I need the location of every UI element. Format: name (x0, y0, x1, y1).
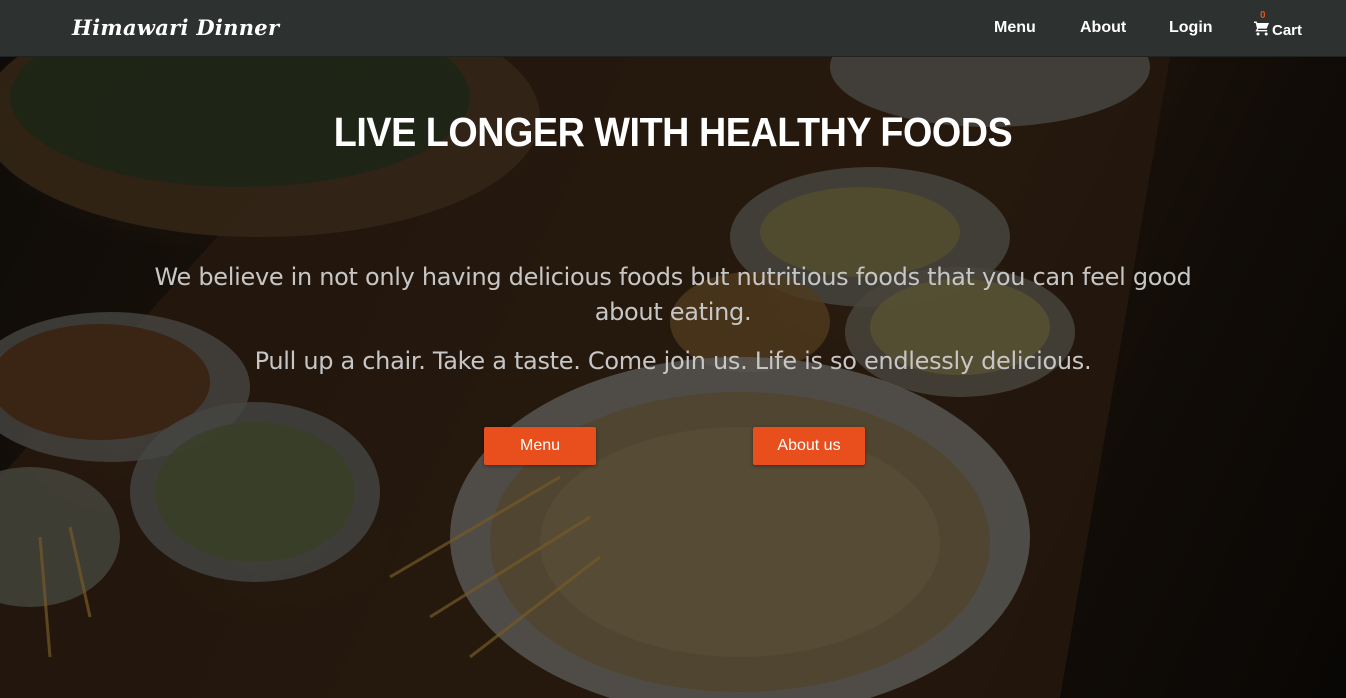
navbar: Himawari Dinner Menu About Login 0 Cart (0, 0, 1346, 57)
nav-login-link[interactable]: Login (1169, 19, 1213, 37)
about-us-button[interactable]: About us (753, 427, 865, 465)
menu-button[interactable]: Menu (484, 427, 596, 465)
cart-link[interactable]: 0 Cart (1254, 10, 1314, 44)
hero-section: LIVE LONGER WITH HEALTHY FOODS We believ… (0, 57, 1346, 698)
cart-label: Cart (1272, 22, 1303, 39)
nav-about-link[interactable]: About (1080, 19, 1126, 37)
brand-logo[interactable]: Himawari Dinner (72, 15, 279, 40)
hero-tagline: We believe in not only having delicious … (154, 263, 1192, 326)
hero-subline: Pull up a chair. Take a taste. Come join… (254, 347, 1092, 375)
cart-icon (1254, 21, 1269, 36)
nav-menu-link[interactable]: Menu (994, 19, 1036, 37)
hero-headline: LIVE LONGER WITH HEALTHY FOODS (333, 109, 1013, 155)
